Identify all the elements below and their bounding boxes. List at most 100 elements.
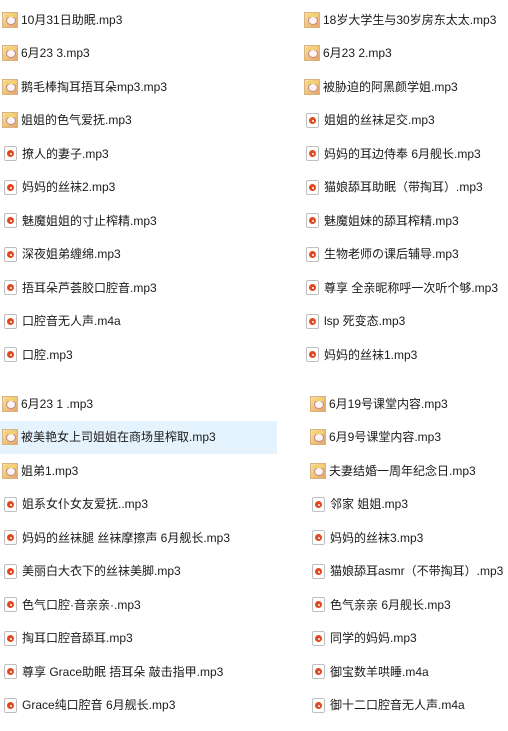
file-item[interactable]: 妈妈的耳边侍奉 6月舰长.mp3 xyxy=(302,137,508,171)
file-item[interactable]: 姐弟1.mp3 xyxy=(0,454,230,488)
file-item[interactable]: 同学的妈妈.mp3 xyxy=(308,622,508,656)
file-item[interactable]: 6月19号课堂内容.mp3 xyxy=(308,387,508,421)
file-column-2: 18岁大学生与30岁房东太太.mp3 6月23 2.mp3 被胁迫的阿黑颜学姐.mp… xyxy=(302,3,508,372)
file-item[interactable]: 色气口腔·音亲亲·.mp3 xyxy=(0,588,230,622)
file-item[interactable]: 御宝数羊哄睡.m4a xyxy=(308,655,508,689)
media-file-icon xyxy=(4,664,17,680)
file-item[interactable]: 6月23 3.mp3 xyxy=(0,37,230,71)
album-art-icon xyxy=(310,462,326,479)
file-item[interactable]: 6月23 2.mp3 xyxy=(302,37,508,71)
media-file-icon xyxy=(4,347,17,363)
file-item[interactable]: 妈妈的丝袜腿 丝袜摩擦声 6月舰长.mp3 xyxy=(0,521,230,555)
file-item[interactable]: 掏耳口腔音舔耳.mp3 xyxy=(0,622,230,656)
file-item[interactable]: 口腔音无人声.m4a xyxy=(0,305,230,339)
album-art-icon xyxy=(2,11,18,28)
file-name: 御十二口腔音无人声.m4a xyxy=(330,698,465,713)
file-item[interactable]: 尊享 全亲昵称呼一次听个够.mp3 xyxy=(302,271,508,305)
file-item[interactable]: 生物老师の课后辅导.mp3 xyxy=(302,238,508,272)
file-column-1: 10月31日助眠.mp3 6月23 3.mp3 鹅毛棒掏耳捂耳朵mp3.mp3 姐姐的… xyxy=(0,3,230,372)
file-name: 6月23 3.mp3 xyxy=(21,46,90,61)
file-item[interactable]: 被美艳女上司姐姐在商场里榨取.mp3 xyxy=(0,420,277,454)
album-art-icon xyxy=(304,45,320,62)
file-item[interactable]: 被胁迫的阿黑颜学姐.mp3 xyxy=(302,70,508,104)
file-item[interactable]: 御十二口腔音无人声.m4a xyxy=(308,689,508,723)
file-name: 夫妻结婚一周年纪念日.mp3 xyxy=(329,463,476,478)
file-item[interactable]: 美丽白大衣下的丝袜美脚.mp3 xyxy=(0,555,230,589)
album-art-icon xyxy=(310,429,326,446)
file-name: 姐姐的丝袜足交.mp3 xyxy=(324,113,435,128)
file-item[interactable]: 18岁大学生与30岁房东太太.mp3 xyxy=(302,3,508,37)
file-name: 6月23 1 .mp3 xyxy=(21,396,94,411)
file-item[interactable]: 10月31日助眠.mp3 xyxy=(0,3,230,37)
file-item[interactable]: 6月9号课堂内容.mp3 xyxy=(308,421,508,455)
file-item[interactable]: 捂耳朵芦荟胶口腔音.mp3 xyxy=(0,271,230,305)
file-name: 口腔.mp3 xyxy=(22,347,73,362)
file-item[interactable]: 尊享 Grace助眠 捂耳朵 敲击指甲.mp3 xyxy=(0,655,230,689)
file-name: 妈妈的耳边侍奉 6月舰长.mp3 xyxy=(324,146,481,161)
media-file-icon xyxy=(306,179,319,195)
file-item[interactable]: 夫妻结婚一周年纪念日.mp3 xyxy=(308,454,508,488)
file-name: 生物老师の课后辅导.mp3 xyxy=(324,247,459,262)
media-file-icon xyxy=(312,630,325,646)
media-file-icon xyxy=(4,597,17,613)
media-file-icon xyxy=(312,530,325,546)
file-item[interactable]: 姐姐的丝袜足交.mp3 xyxy=(302,104,508,138)
media-file-icon xyxy=(306,280,319,296)
file-column-4: 6月19号课堂内容.mp3 6月9号课堂内容.mp3 夫妻结婚一周年纪念日.mp3 邻… xyxy=(308,387,508,722)
file-item[interactable]: 邻家 姐姐.mp3 xyxy=(308,488,508,522)
file-name: 捂耳朵芦荟胶口腔音.mp3 xyxy=(22,280,157,295)
file-item[interactable]: 魅魔姐姐的寸止榨精.mp3 xyxy=(0,204,230,238)
file-item[interactable]: 口腔.mp3 xyxy=(0,338,230,372)
file-name: 御宝数羊哄睡.m4a xyxy=(330,664,429,679)
file-name: 撩人的妻子.mp3 xyxy=(22,146,109,161)
media-file-icon xyxy=(4,280,17,296)
file-item[interactable]: 姐姐的色气爱抚.mp3 xyxy=(0,104,230,138)
file-item[interactable]: 6月23 1 .mp3 xyxy=(0,387,230,421)
file-name: 妈妈的丝袜2.mp3 xyxy=(22,180,116,195)
file-name: 猫娘舔耳asmr（不带掏耳）.mp3 xyxy=(330,564,504,579)
file-name: 猫娘舔耳助眠（带掏耳）.mp3 xyxy=(324,180,483,195)
album-art-icon xyxy=(2,45,18,62)
media-file-icon xyxy=(306,313,319,329)
file-item[interactable]: 猫娘舔耳asmr（不带掏耳）.mp3 xyxy=(308,555,508,589)
file-item[interactable]: 鹅毛棒掏耳捂耳朵mp3.mp3 xyxy=(0,70,230,104)
file-name: 魅魔姐姐的寸止榨精.mp3 xyxy=(22,213,157,228)
album-art-icon xyxy=(2,78,18,95)
file-name: 美丽白大衣下的丝袜美脚.mp3 xyxy=(22,564,181,579)
file-item[interactable]: 妈妈的丝袜3.mp3 xyxy=(308,521,508,555)
file-name: 18岁大学生与30岁房东太太.mp3 xyxy=(323,12,497,27)
album-art-icon xyxy=(304,11,320,28)
file-item[interactable]: 深夜姐弟缠绵.mp3 xyxy=(0,238,230,272)
media-file-icon xyxy=(4,246,17,262)
file-item[interactable]: 妈妈的丝袜2.mp3 xyxy=(0,171,230,205)
file-item[interactable]: lsp 死变态.mp3 xyxy=(302,305,508,339)
file-item[interactable]: 妈妈的丝袜1.mp3 xyxy=(302,338,508,372)
file-item[interactable]: 撩人的妻子.mp3 xyxy=(0,137,230,171)
file-name: 邻家 姐姐.mp3 xyxy=(330,497,409,512)
file-name: lsp 死变态.mp3 xyxy=(324,314,406,329)
file-item[interactable]: 色气亲亲 6月舰长.mp3 xyxy=(308,588,508,622)
album-art-icon xyxy=(304,78,320,95)
file-item[interactable]: 魅魔姐妹的舔耳榨精.mp3 xyxy=(302,204,508,238)
media-file-icon xyxy=(306,112,319,128)
album-art-icon xyxy=(2,112,18,129)
file-item[interactable]: 猫娘舔耳助眠（带掏耳）.mp3 xyxy=(302,171,508,205)
file-name: 姐姐的色气爱抚.mp3 xyxy=(21,113,132,128)
file-name: 色气亲亲 6月舰长.mp3 xyxy=(330,597,451,612)
album-art-icon xyxy=(2,462,18,479)
media-file-icon xyxy=(306,246,319,262)
album-art-icon xyxy=(2,429,18,446)
file-name: 姐弟1.mp3 xyxy=(21,463,79,478)
file-name: 鹅毛棒掏耳捂耳朵mp3.mp3 xyxy=(21,79,168,94)
file-name: 妈妈的丝袜1.mp3 xyxy=(324,347,418,362)
file-name: 魅魔姐妹的舔耳榨精.mp3 xyxy=(324,213,459,228)
media-file-icon xyxy=(312,496,325,512)
media-file-icon xyxy=(4,530,17,546)
file-column-3: 6月23 1 .mp3 被美艳女上司姐姐在商场里榨取.mp3 姐弟1.mp3 姐系女仆… xyxy=(0,387,277,723)
file-name: 6月19号课堂内容.mp3 xyxy=(329,396,448,411)
file-name: 6月23 2.mp3 xyxy=(323,46,392,61)
file-item[interactable]: Grace纯口腔音 6月舰长.mp3 xyxy=(0,689,230,723)
file-item[interactable]: 姐系女仆女友爱抚..mp3 xyxy=(0,488,230,522)
media-file-icon xyxy=(312,697,325,713)
media-file-icon xyxy=(4,496,17,512)
